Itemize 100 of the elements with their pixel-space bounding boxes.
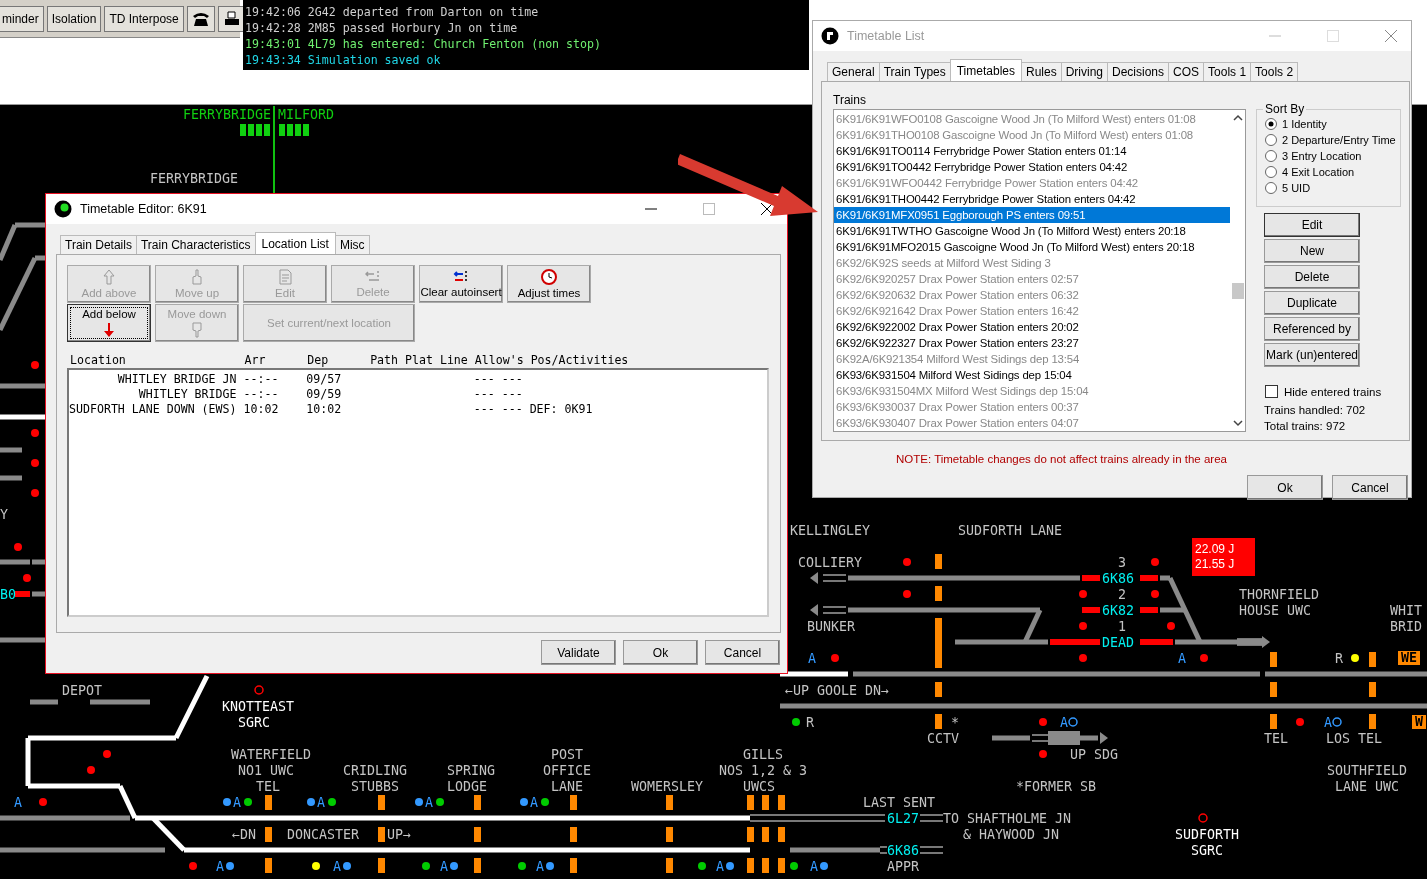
log-message: 19:42:28 2M85 passed Horbury Jn on time (244, 20, 519, 36)
column-header: Arr (244, 353, 267, 368)
train-list-item[interactable]: 6K92/6K920632 Drax Power Station enters 06:32 (834, 287, 1230, 303)
tab[interactable]: Timetables (949, 59, 1022, 81)
signal-label: A (810, 860, 818, 874)
track-label: SUDFORTH (1175, 828, 1240, 842)
track-badge: W (1412, 715, 1426, 729)
train-list-item[interactable]: 6K92/6K921642 Drax Power Station enters 16:42 (834, 303, 1230, 319)
train-list-item[interactable]: 6K92A/6K921354 Milford West Sidings dep 13:54 (834, 351, 1230, 367)
dialog-button[interactable]: Ok (1247, 475, 1323, 500)
train-list-item[interactable]: 6K92/6K922002 Drax Power Station enters 20:02 (834, 319, 1230, 335)
tab[interactable]: Train Types (878, 62, 951, 81)
radio-option[interactable]: 2 Departure/Entry Time (1265, 132, 1396, 148)
track-label: BRID (1390, 620, 1423, 634)
track-label: UWCS (743, 780, 776, 794)
action-button[interactable]: Delete (1264, 265, 1360, 289)
column-header: Pos/Activities (530, 353, 629, 368)
radio-option[interactable]: 4 Exit Location (1265, 164, 1396, 180)
train-list-item[interactable]: 6K93/6K930037 Drax Power Station enters 00:37 (834, 399, 1230, 415)
track-label: CRIDLING (343, 764, 408, 778)
checkbox-option[interactable]: Hide entered trains (1265, 385, 1401, 398)
scroll-thumb[interactable] (1231, 282, 1244, 299)
dialog-button[interactable]: Ok (623, 640, 698, 665)
column-header: Plat (405, 353, 434, 368)
toolbar-button[interactable]: Adjust times (507, 265, 591, 303)
train-list-item[interactable]: 6K91/6K91WFO0442 Ferrybridge Power Station enters 04:42 (834, 175, 1230, 191)
scroll-down-icon[interactable] (1232, 419, 1243, 427)
train-list-item[interactable]: 6K91/6K91THO0108 Gascoigne Wood Jn (To Milford West) enters 01:08 (834, 127, 1230, 143)
tab[interactable]: Tools 2 (1250, 62, 1299, 81)
toolbar-button[interactable]: Add below (67, 304, 151, 342)
hand-icon (191, 322, 203, 338)
track-label: LANE (551, 780, 584, 794)
action-button[interactable]: Referenced by (1264, 317, 1360, 341)
tab[interactable]: Location List (254, 232, 336, 254)
alarm-time: 21.55 J (1195, 557, 1236, 572)
action-button[interactable]: New (1264, 239, 1360, 263)
log-message: 19:43:01 4L79 has entered: Church Fenton (non stop) (244, 36, 602, 52)
track-label: ←DN (232, 828, 257, 842)
track-label: POST (551, 748, 584, 762)
scroll-up-icon[interactable] (1232, 114, 1243, 122)
train-list-item[interactable]: 6K92/6K922327 Drax Power Station enters 23:27 (834, 335, 1230, 351)
train-list-item[interactable]: 6K93/6K931504 Milford West Sidings dep 15:04 (834, 367, 1230, 383)
toolbar-button[interactable]: Clear autoinsert (419, 265, 503, 303)
track-label: LOS TEL (1326, 732, 1383, 746)
hand-icon (191, 269, 203, 285)
radio-option[interactable]: 3 Entry Location (1265, 148, 1396, 164)
app-icon (54, 200, 72, 218)
train-list-item[interactable]: 6K92/6K92S seeds at Milford West Siding 3 (834, 255, 1230, 271)
train-list-item[interactable]: 6K91/6K91THO0442 Ferrybridge Power Station enters 04:42 (834, 191, 1230, 207)
radio-button[interactable] (1265, 182, 1277, 194)
track-label: 1 (1118, 620, 1126, 634)
train-headcode: 6K82 (1102, 604, 1135, 618)
table-cell-text: --:-- (243, 387, 280, 402)
log-message: 19:43:34 Simulation saved ok (244, 52, 442, 68)
signal-label: A (716, 860, 724, 874)
signal-label: A (808, 652, 816, 666)
train-list-item[interactable]: 6K91/6K91MFX0951 Eggborough PS enters 09:51 (834, 207, 1230, 223)
train-list-item[interactable]: 6K91/6K91WFO0108 Gascoigne Wood Jn (To Milford West) enters 01:08 (834, 111, 1230, 127)
tab[interactable]: General (827, 62, 880, 81)
telephone-button[interactable] (186, 6, 215, 32)
train-list-item[interactable]: 6K91/6K91TO0114 Ferrybridge Power Station enters 01:14 (834, 143, 1230, 159)
train-list-item[interactable]: 6K91/6K91MFO2015 Gascoigne Wood Jn (To Milford West) enters 20:18 (834, 239, 1230, 255)
train-list-item[interactable]: 6K91/6K91TWTHO Gascoigne Wood Jn (To Milford West) enters 20:18 (834, 223, 1230, 239)
close-icon[interactable] (761, 203, 773, 215)
dialog-button[interactable]: Validate (541, 640, 616, 665)
track-label: UP→ (387, 828, 412, 842)
train-list-item[interactable]: 6K93/6K930407 Drax Power Station enters 04:07 (834, 415, 1230, 431)
action-button[interactable]: Mark (un)entered (1264, 343, 1360, 367)
track-label: GILLS (743, 748, 784, 762)
toolbar-button[interactable]: Isolation (46, 6, 102, 32)
signal-label: A (233, 796, 241, 810)
toolbar-button[interactable]: TD Interpose (104, 6, 184, 32)
area-label: FERRYBRIDGE (183, 108, 272, 122)
train-list-item[interactable]: 6K92/6K920257 Drax Power Station enters 02:57 (834, 271, 1230, 287)
tab[interactable]: Driving (1060, 62, 1108, 81)
train-list-item[interactable]: 6K93/6K931504MX Milford West Sidings dep 15:04 (834, 383, 1230, 399)
tab[interactable]: Train Details (60, 235, 137, 254)
checkbox[interactable] (1265, 385, 1278, 398)
radio-button[interactable] (1265, 166, 1277, 178)
action-button[interactable]: Edit (1264, 213, 1360, 237)
table-cell-text: --:-- (243, 372, 280, 387)
radio-button[interactable] (1265, 118, 1277, 130)
radio-option[interactable]: 1 Identity (1265, 116, 1396, 132)
remove-arrow-icon (365, 270, 381, 284)
action-button[interactable]: Duplicate (1264, 291, 1360, 315)
log-message: 19:42:06 2G42 departed from Darton on time (244, 4, 540, 20)
radio-button[interactable] (1265, 134, 1277, 146)
tab[interactable]: Misc (334, 235, 370, 254)
dialog-button[interactable]: Cancel (1332, 475, 1408, 500)
track-label: ←UP GOOLE DN→ (785, 684, 890, 698)
train-list-item[interactable]: 6K91/6K91TO0442 Ferrybridge Power Station enters 04:42 (834, 159, 1230, 175)
table-cell-text: --- (501, 387, 524, 402)
printer-button[interactable] (217, 6, 246, 32)
dialog-button[interactable]: Cancel (705, 640, 780, 665)
table-cell-text: --- (473, 372, 496, 387)
radio-option[interactable]: 5 UID (1265, 180, 1396, 196)
track-label: *FORMER SB (1016, 780, 1097, 794)
radio-button[interactable] (1265, 150, 1277, 162)
toolbar-button[interactable]: minder (0, 6, 44, 32)
track-label: OFFICE (543, 764, 592, 778)
